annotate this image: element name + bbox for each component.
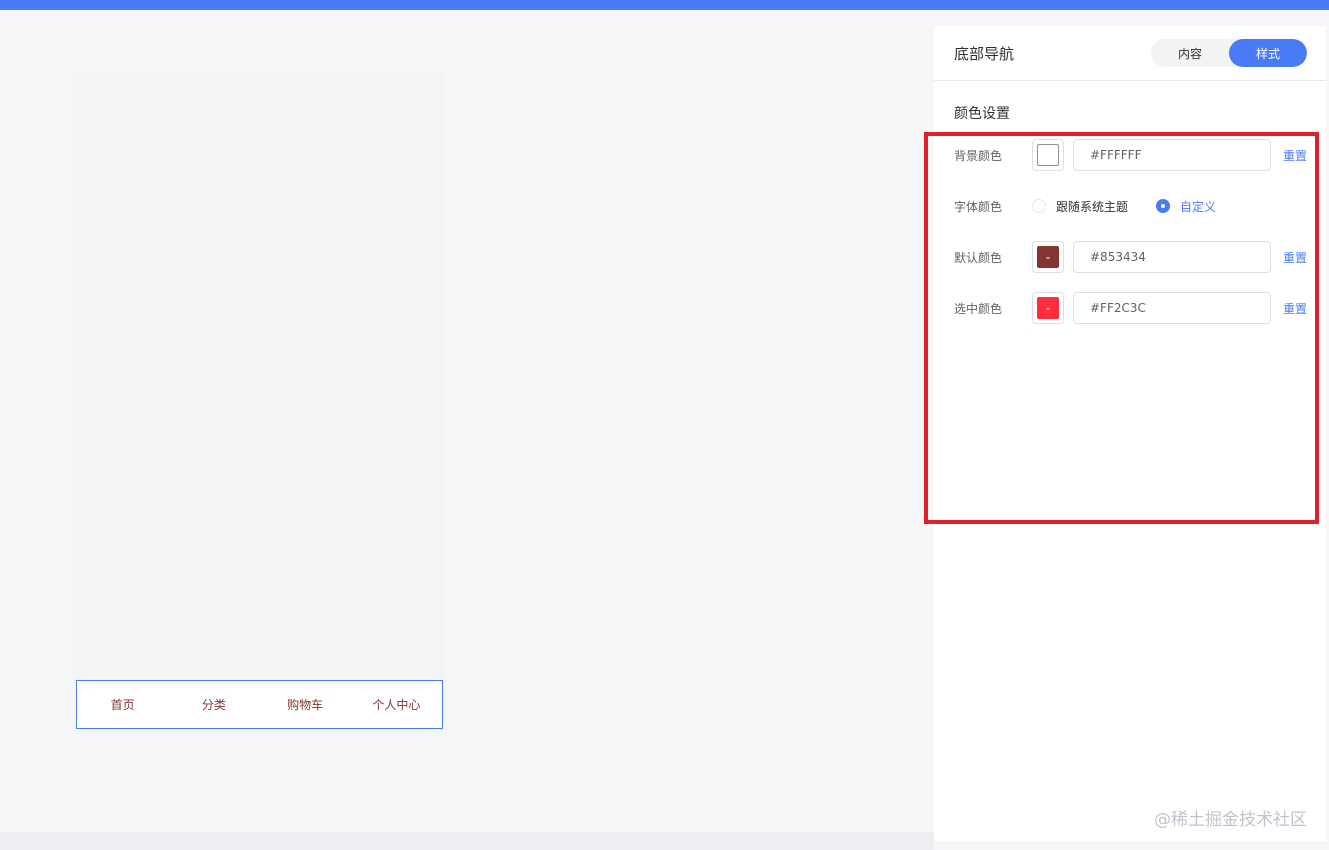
background-color-input[interactable] <box>1073 139 1271 171</box>
default-color-swatch: ⌄ <box>1037 246 1059 268</box>
background-color-label: 背景颜色 <box>954 148 1003 163</box>
panel-title: 底部导航 <box>954 44 1015 63</box>
phone-preview <box>74 73 443 681</box>
background-color-reset[interactable]: 重置 <box>1283 147 1307 164</box>
selected-color-row: 选中颜色 ⌄ 重置 <box>954 292 1308 324</box>
tabbar-item-cart[interactable]: 购物车 <box>260 696 351 713</box>
font-color-label: 字体颜色 <box>954 199 1003 214</box>
radio-custom-label: 自定义 <box>1180 199 1217 214</box>
selected-color-label: 选中颜色 <box>954 301 1003 316</box>
canvas-bottom-edge <box>0 832 934 850</box>
chevron-down-icon: ⌄ <box>1044 251 1052 262</box>
selected-color-picker[interactable]: ⌄ <box>1032 292 1064 324</box>
radio-custom[interactable]: 自定义 <box>1156 198 1216 215</box>
tab-content[interactable]: 内容 <box>1151 39 1229 67</box>
section-title: 颜色设置 <box>954 106 1010 122</box>
radio-follow-theme[interactable]: 跟随系统主题 <box>1032 198 1128 215</box>
bottom-nav-preview[interactable]: 首页 分类 购物车 个人中心 <box>76 680 443 729</box>
default-color-reset[interactable]: 重置 <box>1283 249 1307 266</box>
font-color-row: 字体颜色 跟随系统主题 自定义 <box>954 190 1308 222</box>
content-style-toggle: 内容 样式 <box>1151 39 1307 67</box>
tabbar-item-profile[interactable]: 个人中心 <box>351 696 442 713</box>
tabbar-item-home[interactable]: 首页 <box>77 696 168 713</box>
chevron-down-icon: ⌄ <box>1044 302 1052 313</box>
radio-follow-theme-dot[interactable] <box>1032 199 1046 213</box>
watermark: @稀土掘金技术社区 <box>1154 810 1307 830</box>
default-color-input[interactable] <box>1073 241 1271 273</box>
background-color-row: 背景颜色 重置 <box>954 139 1308 171</box>
radio-custom-dot[interactable] <box>1156 199 1171 213</box>
default-color-label: 默认颜色 <box>954 250 1003 265</box>
selected-color-swatch: ⌄ <box>1037 297 1059 319</box>
selected-color-input[interactable] <box>1073 292 1271 324</box>
panel-header: 底部导航 内容 样式 <box>934 26 1326 81</box>
background-color-swatch <box>1037 144 1059 166</box>
default-color-row: 默认颜色 ⌄ 重置 <box>954 241 1308 273</box>
tab-style[interactable]: 样式 <box>1229 39 1307 67</box>
tabbar-item-category[interactable]: 分类 <box>168 696 259 713</box>
settings-panel: 底部导航 内容 样式 颜色设置 背景颜色 重置 字体颜色 跟随系统主题 自定义 … <box>934 26 1326 841</box>
default-color-picker[interactable]: ⌄ <box>1032 241 1064 273</box>
selected-color-reset[interactable]: 重置 <box>1283 300 1307 317</box>
background-color-picker[interactable] <box>1032 139 1064 171</box>
top-accent-bar <box>0 0 1329 10</box>
radio-follow-theme-label: 跟随系统主题 <box>1056 199 1129 214</box>
